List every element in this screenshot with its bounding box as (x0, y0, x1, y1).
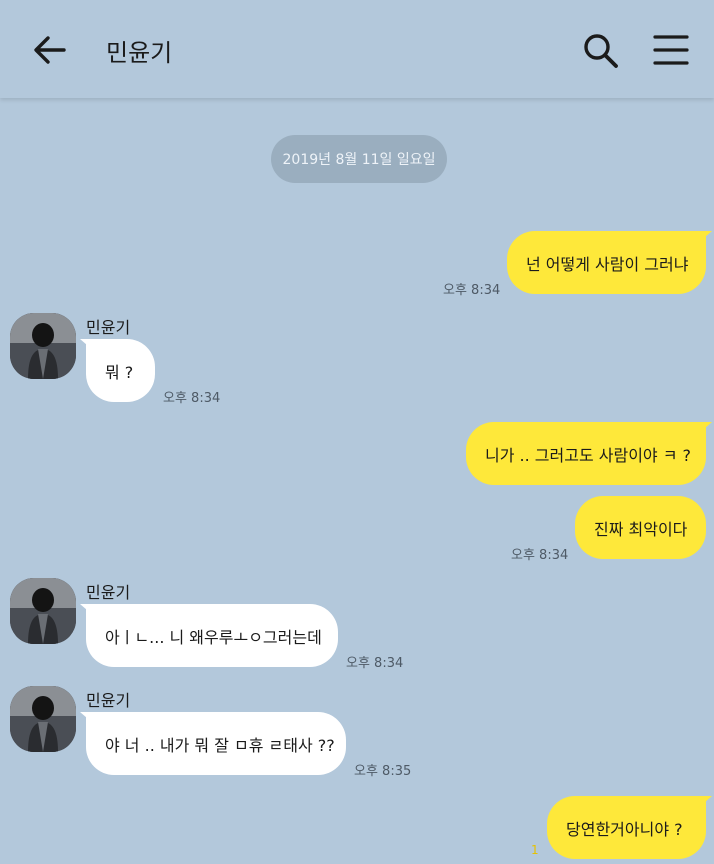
message-text: 당연한거아니야 ? (566, 819, 683, 839)
message-text: 진짜 최악이다 (594, 519, 688, 539)
sender-name: 민윤기 (86, 691, 131, 710)
my-message-bubble[interactable]: 넌 어떻게 사람이 그러냐 (507, 231, 712, 294)
chat-header: 민윤기 (0, 0, 714, 98)
avatar[interactable] (10, 313, 76, 379)
search-icon (584, 34, 618, 68)
profile-photo (10, 686, 76, 752)
message-time: 오후 8:34 (346, 656, 404, 671)
profile-photo (10, 578, 76, 644)
unread-count: 1 (531, 843, 539, 857)
profile-photo (10, 313, 76, 379)
message-text: 뭐 ? (105, 362, 134, 382)
their-message-bubble[interactable]: 야 너 .. 내가 뭐 잘 ㅁ휴 ㄹ태사 ?? (80, 712, 346, 775)
their-message-bubble[interactable]: 아ㅣㄴ... 니 왜우루ㅗㅇ그러는데 (80, 604, 338, 667)
message-time: 오후 8:34 (511, 548, 569, 563)
message-time: 오후 8:34 (443, 283, 501, 298)
menu-button[interactable] (651, 30, 691, 70)
search-button[interactable] (580, 30, 620, 70)
arrow-left-icon (34, 36, 66, 64)
my-message-bubble[interactable]: 진짜 최악이다 (575, 496, 706, 559)
back-button[interactable] (30, 30, 70, 70)
their-message-bubble[interactable]: 뭐 ? (80, 339, 155, 402)
hamburger-menu-icon (653, 35, 689, 65)
message-time: 오후 8:34 (163, 391, 221, 406)
chat-title: 민윤기 (106, 39, 173, 67)
sender-name: 민윤기 (86, 583, 131, 602)
avatar[interactable] (10, 686, 76, 752)
my-message-bubble[interactable]: 당연한거아니야 ? (547, 796, 712, 859)
message-text: 야 너 .. 내가 뭐 잘 ㅁ휴 ㄹ태사 ?? (105, 735, 335, 755)
date-divider: 2019년 8월 11일 일요일 (271, 135, 447, 183)
message-time: 오후 8:35 (354, 764, 412, 779)
message-text: 아ㅣㄴ... 니 왜우루ㅗㅇ그러는데 (105, 627, 322, 647)
message-text: 니가 .. 그러고도 사람이야 ㅋ ? (485, 445, 692, 465)
sender-name: 민윤기 (86, 318, 131, 337)
message-text: 넌 어떻게 사람이 그러냐 (526, 254, 689, 274)
my-message-bubble[interactable]: 니가 .. 그러고도 사람이야 ㅋ ? (466, 422, 712, 485)
avatar[interactable] (10, 578, 76, 644)
